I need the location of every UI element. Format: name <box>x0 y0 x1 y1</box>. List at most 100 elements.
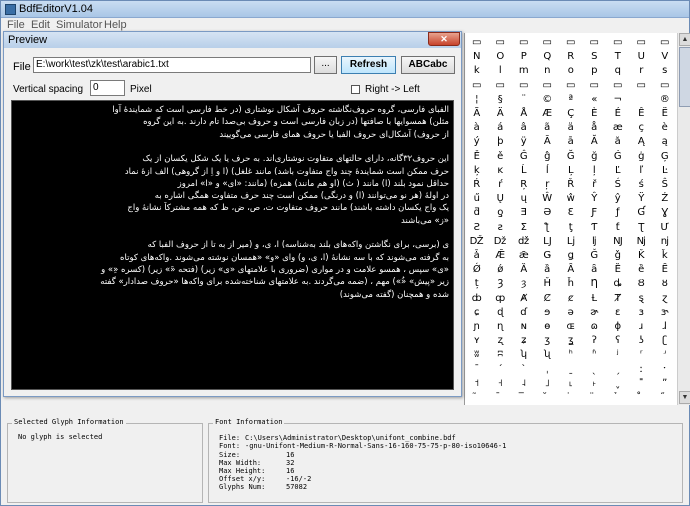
glyph-cell[interactable]: ĺ <box>536 163 560 178</box>
close-icon[interactable]: ✕ <box>428 32 460 46</box>
glyph-cell[interactable]: U <box>630 49 654 64</box>
glyph-cell[interactable]: ɵ <box>536 319 560 334</box>
menu-help[interactable]: Help <box>104 19 127 31</box>
glyph-cell[interactable]: Ą <box>630 134 654 149</box>
glyph-cell[interactable]: ▭ <box>559 78 583 93</box>
glyph-cell[interactable]: ƒ <box>606 205 630 220</box>
browse-button[interactable]: ... <box>314 56 337 74</box>
glyph-cell[interactable]: Ȅ <box>606 262 630 277</box>
glyph-cell[interactable]: ȿ <box>630 291 654 306</box>
scroll-down-icon[interactable]: ▼ <box>679 391 690 404</box>
glyph-cell[interactable]: Ƚ <box>583 291 607 306</box>
glyph-cell[interactable]: ɕ <box>465 305 489 320</box>
glyph-cell[interactable]: ̇ <box>559 390 583 405</box>
glyph-cell[interactable]: ˍ <box>559 362 583 377</box>
glyph-cell[interactable]: ˑ <box>653 362 677 377</box>
glyph-cell[interactable]: ű <box>465 191 489 206</box>
glyph-cell[interactable]: ʓ <box>559 333 583 348</box>
glyph-cell[interactable]: ʖ <box>630 333 654 348</box>
glyph-cell[interactable]: Ƭ <box>583 220 607 235</box>
glyph-cell[interactable]: ˮ <box>653 376 677 391</box>
glyph-cell[interactable]: ̄ <box>489 390 513 405</box>
glyph-cell[interactable]: Ƞ <box>583 276 607 291</box>
glyph-cell[interactable]: ˬ <box>606 376 630 391</box>
glyph-cell[interactable]: ŵ <box>559 191 583 206</box>
glyph-cell[interactable]: ų <box>512 191 536 206</box>
menu-edit[interactable]: Edit <box>31 19 50 31</box>
preview-titlebar[interactable]: Preview ✕ <box>4 32 461 48</box>
glyph-cell[interactable]: ř <box>583 177 607 192</box>
glyph-cell[interactable]: ŷ <box>606 191 630 206</box>
glyph-cell[interactable]: ǿ <box>489 262 513 277</box>
glyph-cell[interactable]: ġ <box>630 149 654 164</box>
glyph-cell[interactable]: ▭ <box>465 78 489 93</box>
glyph-cell[interactable]: ª <box>559 92 583 107</box>
glyph-cell[interactable]: ˫ <box>583 376 607 391</box>
glyph-cell[interactable]: ľ <box>630 163 654 178</box>
glyph-cell[interactable]: Å <box>512 106 536 121</box>
glyph-cell[interactable]: ƍ <box>489 205 513 220</box>
glyph-cell[interactable]: Ǿ <box>465 262 489 277</box>
glyph-cell[interactable]: o <box>559 63 583 78</box>
file-path-input[interactable]: E:\work\test\zk\test\arabic1.txt <box>33 57 311 73</box>
glyph-cell[interactable]: ǡ <box>465 248 489 263</box>
glyph-cell[interactable]: ▭ <box>630 35 654 50</box>
glyph-cell[interactable]: Ă <box>583 134 607 149</box>
glyph-cell[interactable]: ʰ <box>559 347 583 362</box>
glyph-cell[interactable]: ▭ <box>536 35 560 50</box>
glyph-cell[interactable]: ƌ <box>465 205 489 220</box>
glyph-cell[interactable]: ▭ <box>489 78 513 93</box>
glyph-cell[interactable]: ƪ <box>536 220 560 235</box>
glyph-cell[interactable]: ɹ <box>630 319 654 334</box>
glyph-cell[interactable]: Ŗ <box>512 177 536 192</box>
glyph-cell[interactable]: ɛ <box>606 305 630 320</box>
glyph-cell[interactable]: Ȣ <box>630 276 654 291</box>
glyph-cell[interactable]: ˊ <box>489 362 513 377</box>
glyph-cell[interactable]: ý <box>465 134 489 149</box>
glyph-cell[interactable]: S <box>583 49 607 64</box>
scroll-thumb[interactable] <box>679 47 690 107</box>
glyph-cell[interactable]: Ǣ <box>489 248 513 263</box>
glyph-cell[interactable]: æ <box>606 120 630 135</box>
glyph-cell[interactable]: ķ <box>465 163 489 178</box>
glyph-cell[interactable]: ā <box>559 134 583 149</box>
glyph-cell[interactable]: ǅ <box>489 234 513 249</box>
glyph-cell[interactable]: ̅ <box>512 390 536 405</box>
glyph-cell[interactable]: ɚ <box>583 305 607 320</box>
glyph-cell[interactable]: ̈ <box>583 390 607 405</box>
glyph-cell[interactable]: ǆ <box>512 234 536 249</box>
glyph-cell[interactable]: ç <box>630 120 654 135</box>
glyph-cell[interactable]: Ġ <box>606 149 630 164</box>
glyph-cell[interactable]: ▭ <box>512 78 536 93</box>
glyph-cell[interactable]: â <box>512 120 536 135</box>
glyph-cell[interactable]: ʑ <box>512 333 536 348</box>
glyph-cell[interactable]: å <box>583 120 607 135</box>
glyph-cell[interactable]: ▭ <box>606 78 630 93</box>
glyph-cell[interactable]: Ŷ <box>583 191 607 206</box>
glyph-cell[interactable]: ʬ <box>465 347 489 362</box>
glyph-cell[interactable]: ▭ <box>653 78 677 93</box>
glyph-cell[interactable]: ś <box>630 177 654 192</box>
glyph-cell[interactable]: Ā <box>536 134 560 149</box>
glyph-cell[interactable]: Ě <box>465 149 489 164</box>
glyph-cell[interactable]: ă <box>606 134 630 149</box>
glyph-cell[interactable]: q <box>606 63 630 78</box>
glyph-cell[interactable]: Æ <box>536 106 560 121</box>
scroll-up-icon[interactable]: ▲ <box>679 33 690 46</box>
glyph-cell[interactable]: ▭ <box>489 35 513 50</box>
glyph-cell[interactable]: ȣ <box>653 276 677 291</box>
glyph-cell[interactable]: ɶ <box>559 319 583 334</box>
glyph-cell[interactable]: ȝ <box>512 276 536 291</box>
glyph-cell[interactable]: © <box>536 92 560 107</box>
glyph-cell[interactable]: ˪ <box>559 376 583 391</box>
glyph-cell[interactable]: ¦ <box>465 92 489 107</box>
menu-simulator[interactable]: Simulator <box>56 19 102 31</box>
glyph-cell[interactable]: « <box>583 92 607 107</box>
glyph-cell[interactable]: É <box>606 106 630 121</box>
glyph-cell[interactable]: ɖ <box>489 305 513 320</box>
glyph-cell[interactable]: ▭ <box>536 78 560 93</box>
glyph-cell[interactable]: Ǆ <box>465 234 489 249</box>
glyph-cell[interactable]: Ÿ <box>630 191 654 206</box>
glyph-cell[interactable]: T <box>606 49 630 64</box>
glyph-cell[interactable]: ą <box>653 134 677 149</box>
